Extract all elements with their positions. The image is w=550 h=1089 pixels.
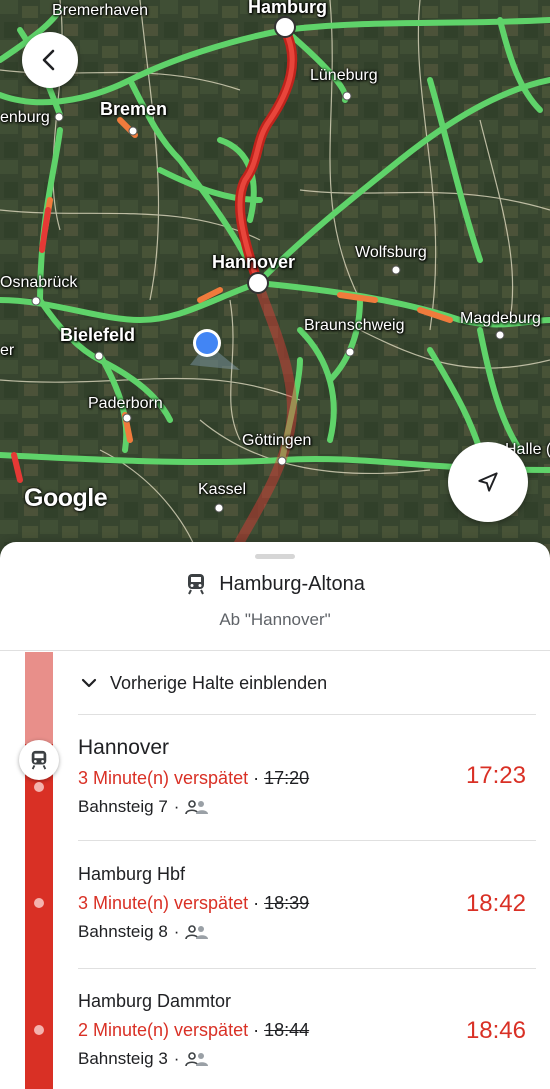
back-button[interactable]	[22, 32, 78, 88]
map-label: Kassel	[198, 481, 247, 498]
platform-row: Bahnsteig 7 ·	[78, 797, 536, 817]
train-icon	[31, 750, 47, 770]
stop-name: Hamburg Hbf	[78, 864, 186, 884]
separator: ·	[173, 797, 180, 816]
map-label: Bremen	[100, 99, 168, 119]
map-label: enburg	[0, 109, 50, 126]
map-label: Bielefeld	[60, 325, 136, 345]
separator: ·	[253, 1020, 260, 1040]
trip-title-row: Hamburg-Altona	[0, 572, 550, 596]
trip-details-sheet[interactable]: Hamburg-Altona Ab "Hannover" Vorherige H…	[0, 542, 550, 1089]
actual-time: 17:23	[465, 762, 526, 789]
scheduled-time: 17:20	[264, 768, 310, 788]
scheduled-time: 18:39	[264, 893, 310, 913]
stop-dot	[34, 782, 44, 792]
occupancy-icon	[185, 1052, 209, 1067]
map-label: Göttingen	[242, 432, 312, 449]
trip-header: Hamburg-Altona Ab "Hannover"	[0, 572, 550, 630]
show-previous-stops-label: Vorherige Halte einblenden	[110, 672, 328, 693]
separator: ·	[173, 922, 180, 941]
current-stop-marker	[19, 740, 59, 780]
stop-dot	[34, 1025, 44, 1035]
map-view[interactable]: Bremerhaven Hamburg Lüneburg Bremen enbu…	[0, 0, 550, 560]
map-label: er	[0, 342, 15, 359]
separator: ·	[253, 768, 260, 788]
platform-label: Bahnsteig 3	[78, 1049, 168, 1068]
navigation-arrow-icon	[478, 472, 498, 492]
scheduled-time: 18:44	[264, 1020, 310, 1040]
separator: ·	[173, 1049, 180, 1068]
my-location-button[interactable]	[448, 442, 528, 522]
map-label: Hannover	[212, 252, 296, 272]
chevron-left-icon	[42, 49, 55, 71]
platform-row: Bahnsteig 3 ·	[78, 1049, 536, 1069]
delay-text: 3 Minute(n) verspätet	[78, 893, 249, 913]
map-label: Osnabrück	[0, 274, 78, 291]
occupancy-icon	[185, 800, 209, 815]
stop-name: Hamburg Dammtor	[78, 991, 232, 1011]
route-line	[25, 744, 53, 1089]
train-icon	[188, 574, 205, 595]
map-label: Lüneburg	[310, 67, 378, 84]
map-label: Hamburg	[248, 0, 328, 17]
map-label: Paderborn	[88, 395, 163, 412]
trip-title: Hamburg-Altona	[219, 572, 365, 595]
actual-time: 18:46	[465, 1017, 526, 1044]
occupancy-icon	[185, 925, 209, 940]
google-attribution: Google	[24, 484, 108, 512]
map-label: Wolfsburg	[355, 244, 427, 261]
map-label: Braunschweig	[304, 317, 405, 334]
show-previous-stops-button[interactable]: Vorherige Halte einblenden	[78, 652, 536, 715]
platform-label: Bahnsteig 7	[78, 797, 168, 816]
stop-dot	[34, 898, 44, 908]
stop-name: Hannover	[78, 736, 170, 759]
stop-row[interactable]: Hamburg Hbf 3 Minute(n) verspätet · 18:3…	[78, 864, 536, 969]
actual-time: 18:42	[465, 890, 526, 917]
stop-row[interactable]: Hannover 3 Minute(n) verspätet · 17:20 B…	[78, 736, 536, 841]
delay-text: 3 Minute(n) verspätet	[78, 768, 249, 788]
map-label: Magdeburg	[460, 310, 541, 327]
trip-subtitle: Ab "Hannover"	[219, 610, 331, 629]
platform-label: Bahnsteig 8	[78, 922, 168, 941]
route-line-previous	[25, 652, 53, 744]
delay-text: 2 Minute(n) verspätet	[78, 1020, 249, 1040]
platform-row: Bahnsteig 8 ·	[78, 922, 536, 942]
map-label: Bremerhaven	[52, 2, 149, 19]
divider	[0, 650, 550, 651]
chevron-down-icon	[81, 678, 97, 688]
stop-row[interactable]: Hamburg Dammtor 2 Minute(n) verspätet · …	[78, 991, 536, 1089]
drag-handle[interactable]	[255, 554, 295, 559]
separator: ·	[253, 893, 260, 913]
